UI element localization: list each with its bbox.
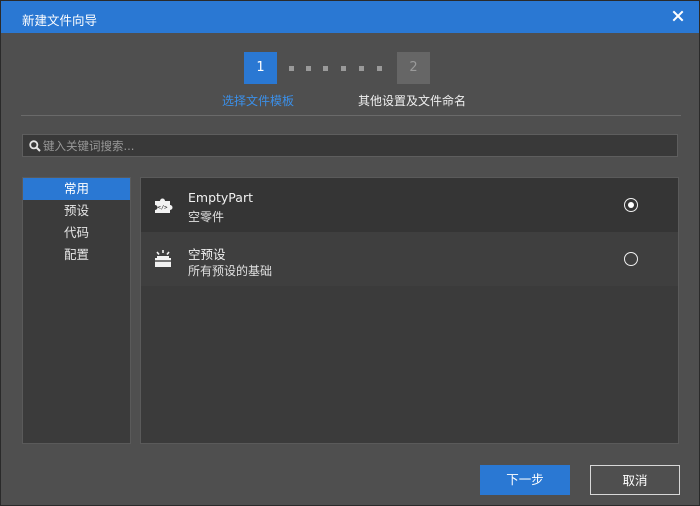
- next-step-button[interactable]: 下一步: [480, 465, 570, 495]
- close-icon[interactable]: [669, 7, 687, 25]
- step-2-label: 其他设置及文件命名: [358, 94, 467, 108]
- step-progress-dot: [377, 66, 382, 71]
- step-2-indicator: 2: [397, 52, 430, 84]
- step-progress-dot: [289, 66, 294, 71]
- template-title: EmptyPart: [188, 190, 253, 205]
- search-icon: [29, 140, 41, 155]
- step-1-label: 选择文件模板: [222, 94, 295, 108]
- step-progress-dot: [306, 66, 311, 71]
- template-list: </> EmptyPart 空零件 空预设 所有预设的基础: [140, 177, 679, 444]
- step-progress-dot: [323, 66, 328, 71]
- template-subtitle: 空零件: [188, 210, 225, 224]
- svg-text:</>: </>: [158, 205, 169, 211]
- divider: [21, 115, 681, 116]
- template-item-emptypart[interactable]: </> EmptyPart 空零件: [141, 178, 678, 232]
- sidebar-item-presets[interactable]: 预设: [23, 200, 130, 222]
- step-1-indicator: 1: [244, 52, 277, 84]
- radio-dot-icon: [628, 202, 634, 208]
- search-input[interactable]: [43, 136, 663, 155]
- template-item-empty-preset[interactable]: 空预设 所有预设的基础: [141, 232, 678, 286]
- window-title: 新建文件向导: [22, 13, 98, 28]
- puzzle-code-icon: </>: [152, 195, 174, 218]
- cancel-button[interactable]: 取消: [590, 465, 680, 495]
- title-bar: 新建文件向导: [1, 1, 699, 33]
- category-sidebar: 常用 预设 代码 配置: [22, 177, 131, 444]
- new-file-wizard-window: 新建文件向导 1 2 选择文件模板 其他设置及文件命名 常用 预设 代码 配置 …: [0, 0, 700, 506]
- template-subtitle: 所有预设的基础: [188, 264, 273, 278]
- sidebar-item-config[interactable]: 配置: [23, 244, 130, 266]
- search-box: [22, 134, 678, 157]
- radio-button[interactable]: [624, 252, 638, 266]
- template-title: 空预设: [188, 247, 226, 262]
- sidebar-item-common[interactable]: 常用: [23, 178, 130, 200]
- preset-box-icon: [152, 249, 174, 272]
- sidebar-item-code[interactable]: 代码: [23, 222, 130, 244]
- step-progress-dot: [359, 66, 364, 71]
- radio-button-selected[interactable]: [624, 198, 638, 212]
- step-progress-dot: [341, 66, 346, 71]
